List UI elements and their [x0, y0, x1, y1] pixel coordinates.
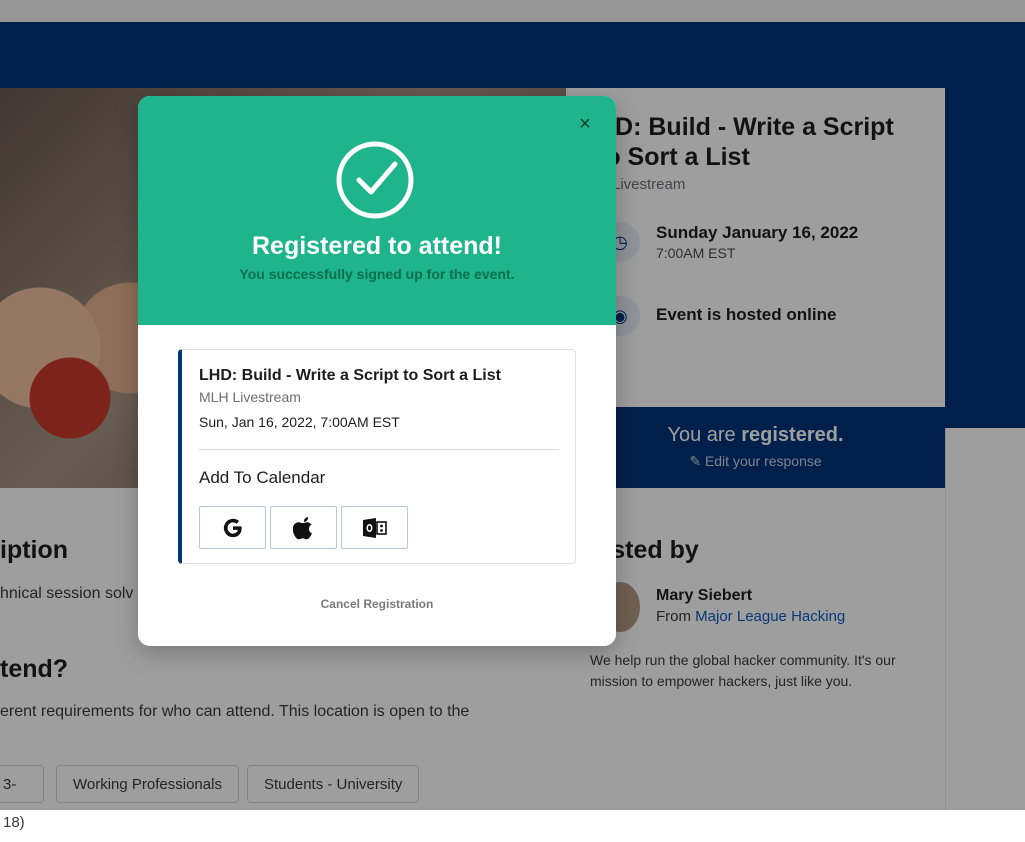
card-event-date: Sun, Jan 16, 2022, 7:00AM EST [199, 414, 400, 430]
outlook-icon [362, 517, 387, 538]
card-event-host: MLH Livestream [199, 389, 301, 405]
modal-title: Registered to attend! [251, 232, 503, 260]
registration-modal: × Registered to attend! You successfully… [138, 96, 616, 646]
card-divider [199, 449, 559, 450]
add-to-calendar-label: Add To Calendar [199, 468, 326, 487]
event-summary-card: LHD: Build - Write a Script to Sort a Li… [178, 349, 576, 564]
modal-header: × Registered to attend! You successfully… [138, 96, 616, 325]
close-button[interactable]: × [576, 114, 594, 134]
check-circle-icon [336, 141, 414, 219]
outlook-calendar-button[interactable] [341, 506, 408, 549]
google-icon [223, 518, 242, 537]
modal-subtitle: You successfully signed up for the event… [239, 266, 515, 282]
apple-icon [292, 516, 312, 539]
apple-calendar-button[interactable] [270, 506, 337, 549]
card-event-title: LHD: Build - Write a Script to Sort a Li… [199, 367, 501, 384]
cancel-registration-link[interactable]: Cancel Registration [138, 597, 616, 611]
google-calendar-button[interactable] [199, 506, 266, 549]
